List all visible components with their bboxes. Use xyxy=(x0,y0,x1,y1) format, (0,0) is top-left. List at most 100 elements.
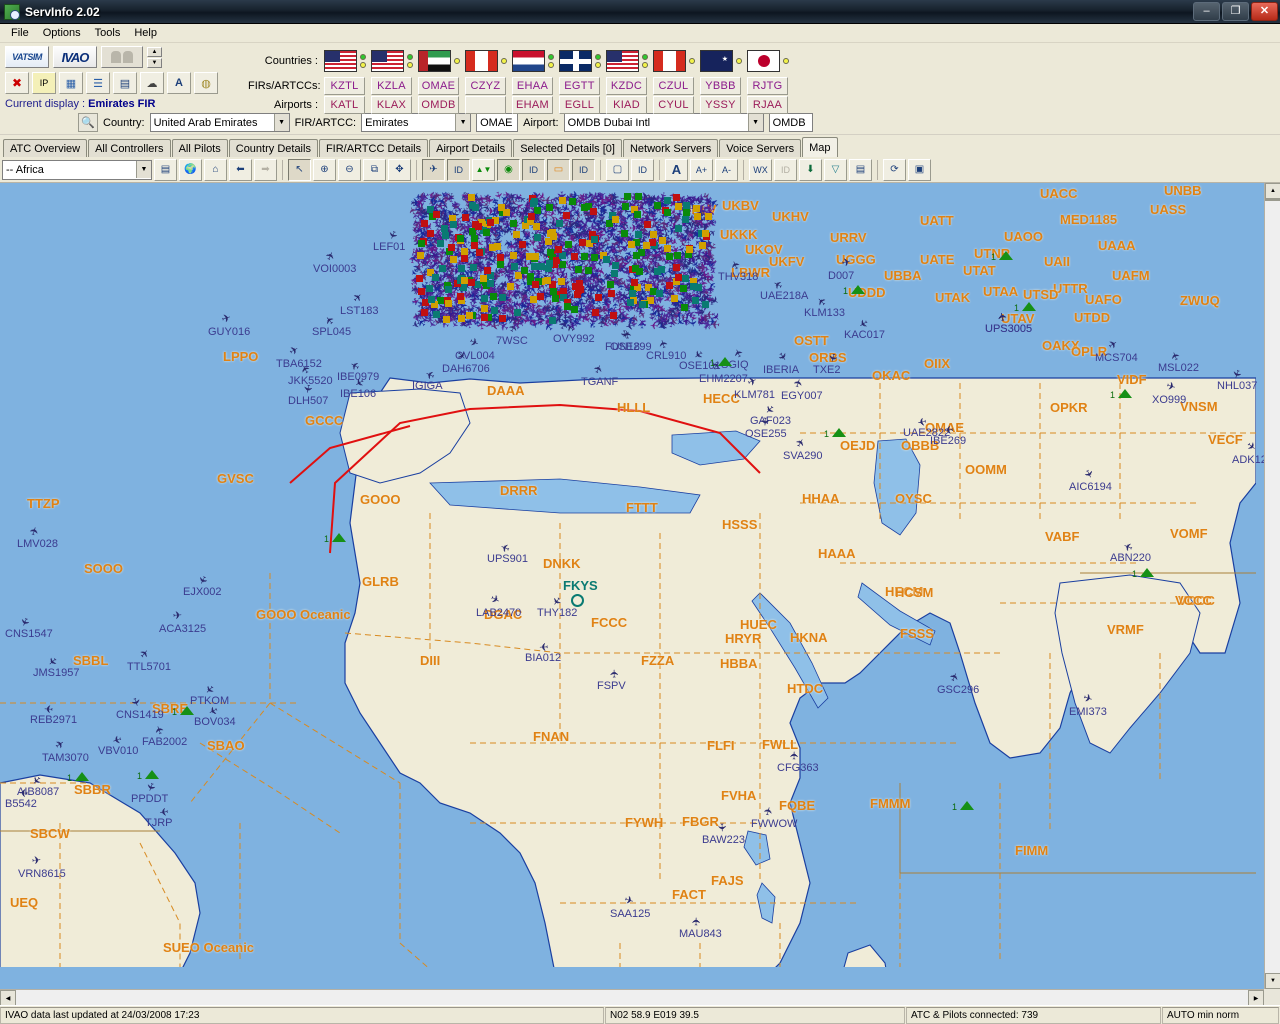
aircraft-label[interactable]: THY182 xyxy=(537,607,577,619)
aircraft-icon[interactable]: ✈ xyxy=(287,344,301,359)
aircraft-label[interactable]: KLM133 xyxy=(804,307,845,319)
aircraft-icon[interactable]: ✈ xyxy=(609,669,621,678)
fir-label[interactable]: FCCC xyxy=(591,615,627,630)
aircraft-icon[interactable]: ✈ xyxy=(1106,338,1120,353)
font-icon[interactable]: A xyxy=(167,72,191,94)
vatsim-button[interactable]: VATSIM xyxy=(5,46,49,68)
airport-controller-marker[interactable] xyxy=(1118,389,1132,398)
aircraft-label[interactable]: CFG363 xyxy=(777,762,819,774)
download-button[interactable]: ⬇ xyxy=(799,158,822,181)
fir-label[interactable]: HRYR xyxy=(725,631,761,646)
airport-button-YSSY[interactable]: YSSY xyxy=(700,95,741,114)
fir-label[interactable]: FZZA xyxy=(641,653,674,668)
aircraft-label[interactable]: DLH507 xyxy=(288,395,328,407)
country-flag-KZLA[interactable] xyxy=(371,50,418,72)
filter-button[interactable]: ▽ xyxy=(824,158,847,181)
fir-label[interactable]: DAAA xyxy=(487,383,525,398)
aircraft-label[interactable]: PPDDT xyxy=(131,793,168,805)
aircraft-icon[interactable]: ✈ xyxy=(424,367,437,382)
aircraft-label[interactable]: SAA125 xyxy=(610,908,650,920)
menu-options[interactable]: Options xyxy=(36,25,88,41)
fir-label[interactable]: HAAA xyxy=(818,546,856,561)
aircraft-icon[interactable]: ✈ xyxy=(732,346,747,359)
aircraft-label[interactable]: LAB2470 xyxy=(476,607,521,619)
tab-voice-servers[interactable]: Voice Servers xyxy=(719,139,802,157)
country-flag-YBBB[interactable] xyxy=(700,50,747,72)
aircraft-icon[interactable]: ✈ xyxy=(856,315,870,330)
aircraft-label[interactable]: OSE255 xyxy=(745,428,787,440)
airport-controller-marker[interactable] xyxy=(1140,568,1154,577)
aircraft-label[interactable]: KLM781 xyxy=(734,389,775,401)
fir-label[interactable]: HKNA xyxy=(790,630,828,645)
controller-id-button[interactable]: ID xyxy=(522,158,545,181)
airport-controller-marker[interactable] xyxy=(999,251,1013,260)
fir-label[interactable]: HSSS xyxy=(722,517,757,532)
aircraft-icon[interactable]: ✈ xyxy=(715,823,727,833)
airport-button-empty[interactable] xyxy=(465,95,506,114)
controller-label[interactable]: FKYS xyxy=(563,578,598,593)
fir-label[interactable]: FWLL xyxy=(762,737,798,752)
fir-label[interactable]: GOOO xyxy=(360,492,400,507)
fir-label[interactable]: SBBR xyxy=(74,782,111,797)
fir-label[interactable]: FSSS xyxy=(900,626,934,641)
spinner-up-icon[interactable]: ▲ xyxy=(147,46,162,57)
fir-label[interactable]: UAAA xyxy=(1098,238,1136,253)
menu-file[interactable]: File xyxy=(4,25,36,41)
fir-label[interactable]: GCCC xyxy=(305,413,343,428)
aircraft-icon[interactable]: ✈ xyxy=(195,573,210,587)
fir-select[interactable]: Emirates ▼ xyxy=(361,113,472,132)
fir-label[interactable]: FIMM xyxy=(1015,843,1048,858)
ivao-button[interactable]: IVAO xyxy=(53,46,97,68)
aircraft-label[interactable]: EGY007 xyxy=(781,390,823,402)
aircraft-icon[interactable]: ✈ xyxy=(789,751,801,760)
globe-icon[interactable]: ◍ xyxy=(194,72,218,94)
aircraft-label[interactable]: TJRP xyxy=(145,817,173,829)
aircraft-icon[interactable]: ✈ xyxy=(128,696,142,709)
aircraft-label[interactable]: UAE218A xyxy=(760,290,808,302)
aircraft-icon[interactable]: ✈ xyxy=(1229,367,1243,380)
tab-airport-details[interactable]: Airport Details xyxy=(429,139,513,157)
fir-label[interactable]: HCSM xyxy=(895,585,933,600)
aircraft-icon[interactable]: ✈ xyxy=(1081,692,1094,706)
message-icon[interactable]: ▤ xyxy=(113,72,137,94)
aircraft-icon[interactable]: ✈ xyxy=(28,525,42,537)
aircraft-label[interactable]: THV318 xyxy=(718,271,758,283)
airport-controller-marker[interactable] xyxy=(332,533,346,542)
tab-atc-overview[interactable]: ATC Overview xyxy=(3,139,88,157)
fir-label[interactable]: UASS xyxy=(1150,202,1186,217)
aircraft-icon[interactable]: ✈ xyxy=(592,363,607,376)
fir-label[interactable]: FYWH xyxy=(625,815,663,830)
menu-help[interactable]: Help xyxy=(127,25,164,41)
map-horizontal-scrollbar[interactable]: ◀ ▶ xyxy=(0,989,1264,1005)
fir-label[interactable]: SBAO xyxy=(207,738,245,753)
aircraft-label[interactable]: GAF023 xyxy=(750,415,791,427)
aircraft-icon[interactable]: ✈ xyxy=(138,647,153,662)
fir-label[interactable]: UKBV xyxy=(722,198,759,213)
fir-button-KZLA[interactable]: KZLA xyxy=(371,76,412,95)
aircraft-label[interactable]: VOI0003 xyxy=(313,263,356,275)
aircraft-icon[interactable]: ✈ xyxy=(746,375,759,390)
fir-label[interactable]: UBBA xyxy=(884,268,922,283)
aircraft-icon[interactable]: ✈ xyxy=(564,319,579,334)
fir-label[interactable]: UTAA xyxy=(983,284,1018,299)
fir-label[interactable]: UATT xyxy=(920,213,954,228)
fir-label[interactable]: VCCC xyxy=(1175,593,1212,608)
airport-id-button[interactable]: ID xyxy=(631,158,654,181)
fir-label[interactable]: SBCW xyxy=(30,826,70,841)
fir-label[interactable]: UNBB xyxy=(1164,183,1202,198)
fir-label[interactable]: FQBE xyxy=(779,798,815,813)
fir-label[interactable]: OKAC xyxy=(872,368,910,383)
spinner-down-icon[interactable]: ▼ xyxy=(147,57,162,68)
aircraft-icon[interactable]: ✈ xyxy=(45,653,60,668)
country-flag-CZYZ[interactable] xyxy=(465,50,512,72)
aircraft-icon[interactable]: ✈ xyxy=(794,436,809,450)
aircraft-icon[interactable]: ✈ xyxy=(153,723,167,736)
tab-all-controllers[interactable]: All Controllers xyxy=(88,139,171,157)
airport-controller-marker[interactable] xyxy=(851,285,865,294)
fir-label[interactable]: FMMM xyxy=(870,796,910,811)
fir-label[interactable]: UAFO xyxy=(1085,292,1122,307)
fir-label[interactable]: UTSD xyxy=(1023,287,1058,302)
fir-button-YBBB[interactable]: YBBB xyxy=(700,76,741,95)
pilot-id-button[interactable]: ID xyxy=(447,158,470,181)
aircraft-icon[interactable]: ✈ xyxy=(173,610,183,623)
